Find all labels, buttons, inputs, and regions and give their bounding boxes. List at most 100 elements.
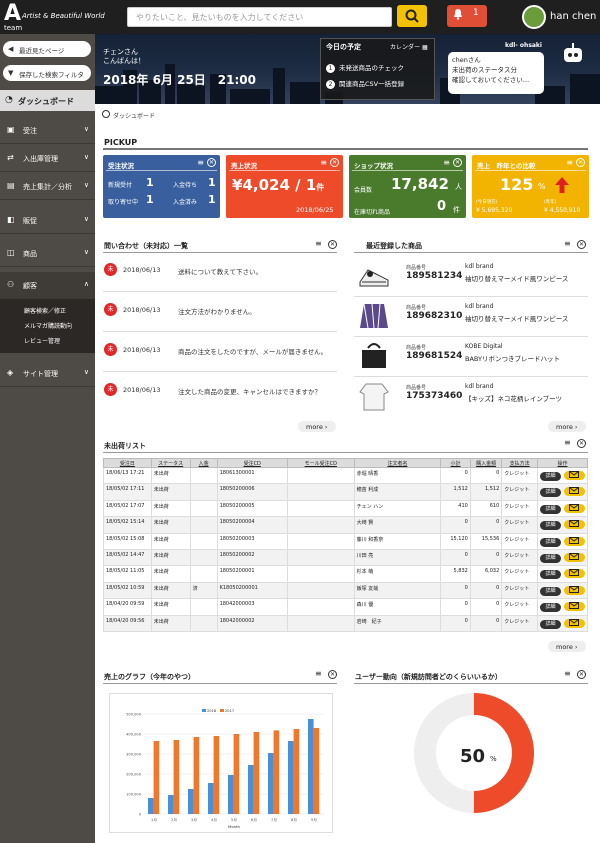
detail-button[interactable]: 詳細: [539, 472, 561, 481]
sidebar-item-orders[interactable]: ▣ 受注 ∨: [0, 117, 95, 144]
calendar-link[interactable]: カレンダー ▦: [390, 42, 428, 51]
menu-icon[interactable]: ≡: [566, 158, 573, 167]
mail-button[interactable]: [563, 536, 585, 546]
username[interactable]: han chen: [550, 11, 596, 22]
mail-button[interactable]: [563, 618, 585, 628]
submenu-reviews[interactable]: レビュー管理: [0, 333, 95, 347]
sidebar-item-inventory[interactable]: ⇄ 入出庫管理 ∨: [0, 145, 95, 172]
mail-button[interactable]: [563, 520, 585, 530]
column-header[interactable]: 支払方法: [501, 458, 538, 468]
detail-button[interactable]: 詳細: [539, 619, 561, 629]
detail-button[interactable]: 詳細: [539, 603, 561, 613]
product-image[interactable]: [358, 300, 390, 332]
detail-button[interactable]: 詳細: [539, 586, 561, 596]
breadcrumb[interactable]: ダッシュボード: [113, 111, 155, 120]
mail-button[interactable]: [563, 471, 585, 480]
status-badge: 未: [104, 263, 117, 276]
detail-button[interactable]: 詳細: [539, 570, 561, 580]
chart-bar: [153, 741, 160, 814]
table-row[interactable]: 18/05/02 17:07 未出荷 18050200005 チェン ハン 410 610…: [103, 499, 589, 518]
mail-button[interactable]: [563, 503, 585, 513]
menu-icon[interactable]: ≡: [564, 669, 571, 678]
close-icon[interactable]: ✕: [328, 670, 337, 679]
close-icon[interactable]: ✕: [577, 439, 586, 448]
sidebar-item-dashboard[interactable]: ◔ ダッシュボード: [0, 90, 95, 111]
search-input[interactable]: やりたいこと、見たいものを入力してください: [127, 7, 392, 27]
menu-icon[interactable]: ≡: [315, 239, 322, 248]
schedule-item[interactable]: 1 未発送商品のチェック: [326, 62, 404, 73]
mail-button[interactable]: [563, 602, 585, 612]
close-icon[interactable]: ✕: [577, 240, 586, 249]
close-icon[interactable]: ✕: [328, 240, 337, 249]
detail-button[interactable]: 詳細: [539, 537, 561, 547]
saved-filter-button[interactable]: ▼ 保存した検索フィルタ: [3, 65, 91, 81]
mail-button[interactable]: [563, 585, 585, 595]
product-image[interactable]: [358, 340, 390, 372]
product-image[interactable]: [358, 260, 390, 292]
submenu-newsletter[interactable]: メルマガ購読動向: [0, 318, 95, 332]
table-cell: 18050200001: [216, 565, 288, 583]
yoy-sales-card[interactable]: 売上 昨年との比較 ≡ ✕ 125 % (今日現在) ¥ 5,695,320 (…: [472, 155, 589, 218]
table-row[interactable]: 18/05/02 10:59 未出荷済 K18050200001 飯塚 友哉 0 0 クレジ…: [103, 581, 589, 600]
table-row[interactable]: 18/06/13 17:21 未出荷 18061300001 赤堀 晴香 0 0 クレジット…: [103, 466, 589, 485]
table-row[interactable]: 18/05/02 17:11 未出荷 18050200006 穂苗 利成 1,512 1,…: [103, 483, 589, 501]
close-icon[interactable]: ✕: [576, 158, 585, 167]
chevron-down-icon: ∨: [83, 153, 89, 161]
product-brand: kdl brand: [465, 383, 494, 390]
menu-icon[interactable]: ≡: [564, 239, 571, 248]
column-header[interactable]: 入金: [189, 458, 218, 468]
column-header[interactable]: 操作: [536, 458, 589, 468]
detail-button[interactable]: 詳細: [539, 521, 561, 531]
column-header[interactable]: ステータス: [150, 458, 191, 468]
mail-button[interactable]: [563, 569, 585, 579]
sidebar-item-site-admin[interactable]: ◈ サイト管理 ∨: [0, 360, 95, 387]
inquiries-more-button[interactable]: more ›: [298, 421, 336, 432]
column-header[interactable]: 受注CD: [216, 458, 288, 468]
sidebar-item-promotion[interactable]: ◧ 販促 ∨: [0, 207, 95, 234]
recent-pages-button[interactable]: ◀ 最近見たページ: [3, 41, 91, 57]
column-header[interactable]: 小計: [440, 458, 471, 468]
avatar[interactable]: [522, 5, 546, 29]
table-row[interactable]: 18/05/02 11:05 未出荷 18050200001 杉本 萌 5,832 6,0…: [103, 565, 589, 583]
menu-icon[interactable]: ≡: [320, 158, 327, 167]
close-icon[interactable]: ✕: [577, 670, 586, 679]
chart-bar: [188, 789, 194, 814]
sidebar-item-label: 商品: [23, 250, 37, 258]
close-icon[interactable]: ✕: [207, 158, 216, 167]
inquiry-date: 2018/06/13: [123, 346, 161, 354]
mail-button[interactable]: [563, 487, 585, 497]
menu-icon[interactable]: ≡: [315, 669, 322, 678]
table-row[interactable]: 18/05/02 15:08 未出荷 18050200003 藤川 和香奈 15,120…: [103, 532, 589, 550]
search-button[interactable]: [397, 5, 427, 27]
menu-icon[interactable]: ≡: [197, 158, 204, 167]
logo[interactable]: A: [4, 2, 21, 26]
close-icon[interactable]: ✕: [330, 158, 339, 167]
product-image[interactable]: [358, 380, 390, 412]
products-more-button[interactable]: more ›: [548, 421, 586, 432]
mail-button[interactable]: [563, 552, 585, 562]
menu-icon[interactable]: ≡: [564, 438, 571, 447]
table-row[interactable]: 18/04/20 09:59 未出荷 18042000003 森川 優 0 0 クレジット詳…: [103, 598, 589, 616]
submenu-customer-search[interactable]: 顧客検索／修正: [0, 303, 95, 317]
column-header[interactable]: 購入金額: [469, 458, 503, 468]
close-icon[interactable]: ✕: [453, 158, 462, 167]
order-status-card[interactable]: 受注状況 ≡ ✕ 新規受付 1 入金待ち 1 取り寄せ中 1 入金済み 1: [103, 155, 220, 218]
sidebar-item-sales-analysis[interactable]: ▤ 売上集計／分析 ∨: [0, 173, 95, 200]
x-tick-label: 2月: [171, 817, 177, 822]
shipments-more-button[interactable]: more ›: [548, 641, 586, 652]
shop-status-card[interactable]: ショップ状況 ≡ ✕ 会員数 17,842 人 在庫切れ商品 0 件: [349, 155, 466, 218]
detail-button[interactable]: 詳細: [539, 488, 561, 498]
column-header[interactable]: 注文者名: [353, 458, 442, 468]
sidebar-item-customers[interactable]: ⚇ 顧客 ∧: [0, 272, 95, 299]
column-header[interactable]: モール受注CD: [286, 458, 355, 468]
menu-icon[interactable]: ≡: [443, 158, 450, 167]
detail-button[interactable]: 詳細: [539, 504, 561, 514]
sidebar-item-products[interactable]: ◫ 商品 ∨: [0, 240, 95, 267]
sales-status-card[interactable]: 売上状況 ≡ ✕ ¥4,024 / 1件 2018/06/25: [226, 155, 343, 218]
detail-button[interactable]: 詳細: [539, 553, 561, 563]
table-row[interactable]: 18/05/02 14:47 未出荷 18050200002 川田 亮 0 0 クレジット詳…: [103, 548, 589, 567]
schedule-item[interactable]: 2 関連商品CSV一括登録: [326, 78, 404, 89]
column-header[interactable]: 受注日: [103, 458, 152, 468]
table-row[interactable]: 18/05/02 15:14 未出荷 18050200004 大崎 賢 0 0 クレジット詳…: [103, 516, 589, 534]
table-row[interactable]: 18/04/20 09:56 未出荷 18042000002 岩崎 紀子 0 0 クレジット…: [103, 614, 589, 632]
